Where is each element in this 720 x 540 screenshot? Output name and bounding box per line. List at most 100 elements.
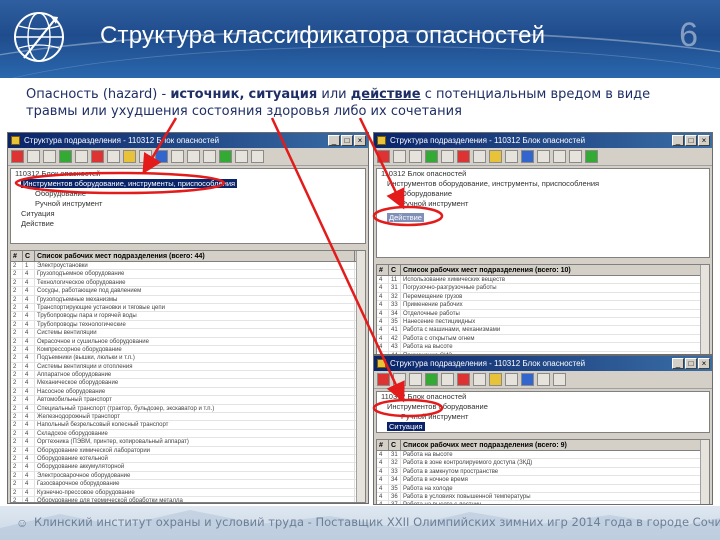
filter-icon[interactable] (537, 150, 550, 163)
table-row[interactable]: 4 32 Перемещение грузов (377, 292, 709, 302)
print-icon[interactable] (139, 150, 152, 163)
table-row[interactable]: 2 4 Трубопроводы технологические (11, 320, 365, 330)
help-icon[interactable] (251, 150, 264, 163)
grid-col-num[interactable]: # (377, 265, 389, 275)
print-icon[interactable] (505, 373, 518, 386)
search-icon[interactable] (187, 150, 200, 163)
tree-node-equipment[interactable]: Оборудование (11, 189, 365, 199)
add-icon[interactable] (425, 150, 438, 163)
window-titlebar[interactable]: Структура подразделения - 110312 Блок оп… (374, 356, 712, 371)
table-row[interactable]: 2 4 Системы вентиляции (11, 329, 365, 338)
table-row[interactable]: 2 4 Транспортирующие установки и тяговые ц… (11, 303, 365, 313)
table-row[interactable]: 2 4 Механическое оборудование (11, 379, 365, 388)
print-icon[interactable] (505, 150, 518, 163)
table-row[interactable]: 2 4 Насосное оборудование (11, 387, 365, 397)
forward-icon[interactable] (43, 150, 56, 163)
table-row[interactable]: 4 11 Использование химических веществ (377, 276, 709, 285)
save-icon[interactable] (521, 373, 534, 386)
window-titlebar[interactable]: Структура подразделения - 110312 Блок оп… (374, 133, 712, 148)
refresh-icon[interactable] (569, 150, 582, 163)
hazard-tree[interactable]: 110312 Блок опасностей Инструментов обор… (376, 391, 710, 433)
stop-icon[interactable] (377, 373, 390, 386)
table-row[interactable]: 4 35 Работа на холоде (377, 484, 709, 493)
stop-icon[interactable] (377, 150, 390, 163)
table-row[interactable]: 4 34 Работа в ночное время (377, 476, 709, 485)
search-icon[interactable] (553, 373, 566, 386)
table-row[interactable]: 2 4 Сосуды, работающие под давлением (11, 287, 365, 296)
edit-icon[interactable] (441, 150, 454, 163)
close-button[interactable]: × (698, 135, 710, 146)
grid-col-num[interactable]: # (11, 251, 23, 261)
table-row[interactable]: 2 4 Аппаратное оборудование (11, 371, 365, 380)
grid-scrollbar[interactable] (700, 440, 709, 504)
tree-node-equipment[interactable]: Оборудование (377, 189, 709, 199)
table-row[interactable]: 2 4 Оборудование химической лаборатории (11, 446, 365, 455)
minimize-button[interactable]: _ (328, 135, 340, 146)
table-row[interactable]: 2 4 Железнодорожный транспорт (11, 413, 365, 422)
tree-node-hand-tool[interactable]: Ручной инструмент (377, 412, 709, 422)
minimize-button[interactable]: _ (672, 135, 684, 146)
table-row[interactable]: 2 4 Оборудование котельной (11, 454, 365, 464)
table-row[interactable]: 2 4 Оргтехника (ПЭВМ, принтер, копировальн… (11, 438, 365, 447)
table-row[interactable]: 4 35 Нанесение пестициидных (377, 317, 709, 327)
grid-scrollbar[interactable] (700, 265, 709, 354)
tree-node-root[interactable]: 110312 Блок опасностей (11, 169, 365, 179)
copy-icon[interactable] (473, 150, 486, 163)
window-hazard-structure-situation[interactable]: Структура подразделения - 110312 Блок оп… (373, 355, 713, 505)
table-row[interactable]: 2 4 Специальный транспорт (трактор, бульдо… (11, 404, 365, 414)
edit-icon[interactable] (75, 150, 88, 163)
add-icon[interactable] (425, 373, 438, 386)
table-row[interactable]: 4 41 Работа с машинами, механизмами (377, 326, 709, 335)
tree-node-root[interactable]: 110312 Блок опасностей (377, 169, 709, 179)
table-row[interactable]: 2 4 Кузнечно-прессовое оборудование (11, 488, 365, 497)
table-row[interactable]: 4 33 Применение рабочих (377, 301, 709, 310)
settings-icon[interactable] (235, 150, 248, 163)
window-titlebar[interactable]: Структура подразделения - 110312 Блок оп… (8, 133, 368, 148)
table-row[interactable]: 2 4 Окрасочное и сушильное оборудование (11, 337, 365, 346)
table-row[interactable]: 2 4 Автомобильный транспорт (11, 396, 365, 405)
grid-scrollbar[interactable] (356, 251, 365, 502)
grid-col-name[interactable]: Список рабочих мест подразделения (всего… (35, 251, 355, 261)
table-row[interactable]: 4 36 Работа в условиях повышенной температ… (377, 492, 709, 502)
delete-icon[interactable] (457, 373, 470, 386)
forward-icon[interactable] (409, 150, 422, 163)
maximize-button[interactable]: □ (685, 358, 697, 369)
table-row[interactable]: 2 4 Складское оборудование (11, 429, 365, 439)
folder-icon[interactable] (489, 373, 502, 386)
forward-icon[interactable] (409, 373, 422, 386)
table-row[interactable]: 2 4 Напольный безрельсовый колесный трансп… (11, 421, 365, 430)
save-icon[interactable] (155, 150, 168, 163)
tree-node-action[interactable]: Действие (377, 213, 709, 223)
tree-node-equipment-group[interactable]: Инструментов оборудование, инструменты, … (11, 179, 365, 189)
window-hazard-structure-main[interactable]: Структура подразделения - 110312 Блок оп… (7, 132, 369, 504)
stop-icon[interactable] (11, 150, 24, 163)
table-row[interactable]: 4 31 Работа на высоте (377, 451, 709, 460)
table-row[interactable]: 4 31 Погрузочно-разгрузочные работы (377, 284, 709, 293)
grid-col-name[interactable]: Список рабочих мест подразделения (всего… (401, 440, 701, 450)
tree-node-situation[interactable]: Ситуация (11, 209, 365, 219)
back-icon[interactable] (393, 373, 406, 386)
filter-icon[interactable] (171, 150, 184, 163)
hazard-tree[interactable]: 110312 Блок опасностей Инструментов обор… (376, 168, 710, 258)
add-icon[interactable] (59, 150, 72, 163)
table-row[interactable]: 2 4 Подъемники (вышки, люльки и т.п.) (11, 354, 365, 363)
table-row[interactable]: 4 34 Отделочные работы (377, 309, 709, 318)
table-row[interactable]: 437Работа на высоте с лестниц (377, 501, 709, 504)
table-row[interactable]: 4 33 Работа в замкнутом пространстве (377, 467, 709, 477)
close-button[interactable]: × (354, 135, 366, 146)
filter-icon[interactable] (537, 373, 550, 386)
tree-node-action[interactable]: Действие (11, 219, 365, 229)
grid-col-name[interactable]: Список рабочих мест подразделения (всего… (401, 265, 701, 275)
maximize-button[interactable]: □ (341, 135, 353, 146)
delete-icon[interactable] (457, 150, 470, 163)
search-icon[interactable] (553, 150, 566, 163)
table-row[interactable]: 2 4 Системы вентиляции и отопления (11, 362, 365, 372)
table-row[interactable]: 2 4 Технологическое оборудование (11, 278, 365, 288)
edit-icon[interactable] (441, 373, 454, 386)
hazard-tree[interactable]: 110312 Блок опасностей Инструментов обор… (10, 168, 366, 244)
table-row[interactable]: 2 4 Оборудование аккумуляторной (11, 463, 365, 472)
refresh-icon[interactable] (203, 150, 216, 163)
table-row[interactable]: 2 4 Газосварочное оборудование (11, 480, 365, 489)
table-row[interactable]: 2 1 Электроустановки (11, 262, 365, 271)
back-icon[interactable] (393, 150, 406, 163)
